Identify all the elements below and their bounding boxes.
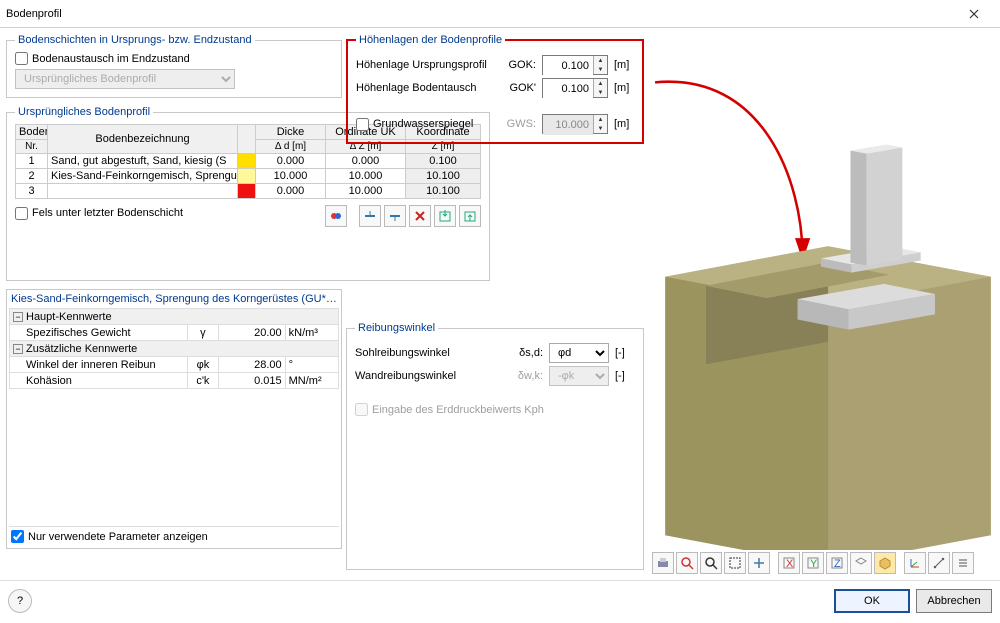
preview-svg [650,32,996,550]
view-iso-icon[interactable] [850,552,872,574]
collapse-icon[interactable]: − [13,312,23,322]
more-icon[interactable] [952,552,974,574]
axes-icon[interactable] [904,552,926,574]
chevron-up-icon[interactable]: ▲ [594,79,607,88]
gok-spinner[interactable]: ▲▼ [542,55,608,75]
gok-input[interactable] [543,56,593,76]
zoom-icon[interactable] [700,552,722,574]
layers-legend: Bodenschichten in Ursprungs- bzw. Endzus… [15,34,255,46]
right-column: X Y Z [648,28,1000,580]
prop-row-spez[interactable]: Spezifisches Gewicht γ 20.00 kN/m³ [10,325,339,341]
pan-icon[interactable] [748,552,770,574]
property-grid[interactable]: −Haupt-Kennwerte Spezifisches Gewicht γ … [9,308,339,389]
chevron-up-icon[interactable]: ▲ [594,56,607,65]
zoom-window-icon[interactable] [724,552,746,574]
chevron-down-icon[interactable]: ▼ [594,65,607,74]
layers-fieldset: Bodenschichten in Ursprungs- bzw. Endzus… [6,34,342,98]
svg-text:Z: Z [834,558,841,570]
view-x-icon[interactable]: X [778,552,800,574]
profile-grid-legend: Ursprüngliches Bodenprofil [15,106,153,118]
print-icon[interactable] [652,552,674,574]
table-row[interactable]: 2Kies-Sand-Feinkorngemisch, Sprengu10.00… [16,169,481,184]
profile-toolbar [325,205,481,227]
chevron-up-icon: ▲ [594,115,607,124]
chevron-down-icon: ▼ [594,124,607,133]
prop-row-wink[interactable]: Winkel der inneren Reibun φk 28.00 ° [10,357,339,373]
view-shade-icon[interactable] [874,552,896,574]
collapse-icon[interactable]: − [13,344,23,354]
rock-checkbox[interactable] [15,207,28,220]
bodenaustausch-checkbox-label[interactable]: Bodenaustausch im Endzustand [15,52,333,65]
elevations-legend: Höhenlagen der Bodenprofile [356,34,505,46]
row-insert-above-button[interactable] [359,205,381,227]
measure-icon[interactable] [928,552,950,574]
svg-text:Y: Y [810,558,818,570]
elevations-fieldset: Höhenlagen der Bodenprofile Höhenlage Ur… [346,34,644,144]
chevron-down-icon[interactable]: ▼ [594,88,607,97]
gok2-spinner[interactable]: ▲▼ [542,78,608,98]
row-insert-below-button[interactable] [384,205,406,227]
table-row[interactable]: 1Sand, gut abgestuft, Sand, kiesig (S0.0… [16,154,481,169]
help-button[interactable]: ? [8,589,32,613]
props-legend: Kies-Sand-Feinkorngemisch, Sprengung des… [9,292,339,308]
ok-button[interactable]: OK [834,589,910,613]
svg-text:X: X [786,558,794,570]
close-button[interactable] [954,0,994,28]
cancel-button[interactable]: Abbrechen [916,589,992,613]
view-toolbar: X Y Z [650,550,996,576]
kph-checkbox [355,403,368,416]
gw-checkbox[interactable] [356,118,369,131]
profile-select: Ursprüngliches Bodenprofil [15,69,235,89]
gws-input [543,115,593,135]
prop-row-koh[interactable]: Kohäsion c'k 0.015 MN/m² [10,373,339,389]
mid-column: Höhenlagen der Bodenprofile Höhenlage Ur… [342,28,648,580]
wand-select: -φk [549,366,609,386]
title-bar: Bodenprofil [0,0,1000,28]
dialog-footer: ? OK Abbrechen [0,580,1000,620]
only-used-checkbox-label[interactable]: Nur verwendete Parameter anzeigen [11,530,337,543]
preview-3d[interactable] [650,32,996,550]
props-panel: Kies-Sand-Feinkorngemisch, Sprengung des… [6,289,342,549]
view-y-icon[interactable]: Y [802,552,824,574]
friction-legend: Reibungswinkel [355,322,438,334]
window-title: Bodenprofil [6,8,954,20]
left-column: Bodenschichten in Ursprungs- bzw. Endzus… [0,28,342,580]
rock-checkbox-label[interactable]: Fels unter letzter Bodenschicht [15,207,325,220]
kph-checkbox-label: Eingabe des Erddruckbeiwerts Kph [355,403,635,416]
gw-checkbox-label[interactable]: Grundwasserspiegel [356,118,494,131]
only-used-checkbox[interactable] [11,530,24,543]
gok2-input[interactable] [543,79,593,99]
table-row[interactable]: 30.00010.00010.100 [16,184,481,199]
row-delete-button[interactable] [409,205,431,227]
sohl-select[interactable]: φd [549,343,609,363]
bodenaustausch-checkbox[interactable] [15,52,28,65]
gws-spinner: ▲▼ [542,114,608,134]
import-button[interactable] [434,205,456,227]
library-button[interactable] [325,205,347,227]
view-z-icon[interactable]: Z [826,552,848,574]
find-icon[interactable] [676,552,698,574]
friction-fieldset: Reibungswinkel Sohlreibungswinkel δs,d: … [346,322,644,570]
export-button[interactable] [459,205,481,227]
